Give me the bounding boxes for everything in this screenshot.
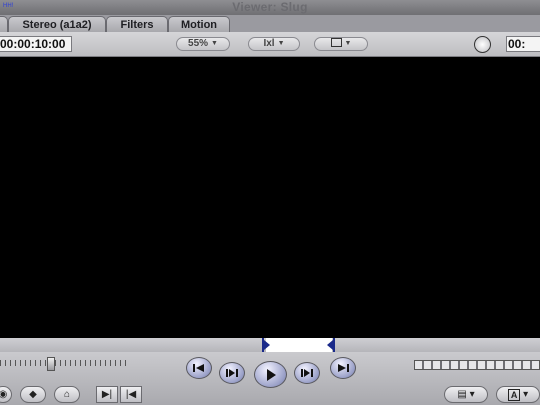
mark-out-icon: |◀ — [125, 389, 137, 400]
tab-video[interactable] — [0, 16, 8, 32]
add-keyframe-button[interactable]: ◆ — [20, 386, 46, 403]
scrubber-bar[interactable] — [0, 338, 540, 352]
previous-edit-button[interactable] — [186, 357, 212, 379]
zoom-value: 55% — [188, 38, 209, 49]
play-button[interactable] — [254, 361, 287, 388]
mark-out-button[interactable]: |◀ — [120, 386, 142, 403]
in-out-range — [266, 338, 332, 352]
duration-timecode-field[interactable]: 00:00:10:00 — [0, 36, 72, 52]
shuttle-ticks — [0, 360, 128, 366]
generators-popup[interactable]: A ▾ — [496, 386, 540, 403]
play-around-icon — [301, 369, 313, 377]
mark-in-button[interactable]: ▶| — [96, 386, 118, 403]
chevron-down-icon: ▼ — [277, 40, 285, 47]
current-timecode-field[interactable]: 00: — [506, 36, 540, 52]
next-edit-button[interactable] — [330, 357, 356, 379]
zoom-popup[interactable]: 55% ▼ — [176, 37, 230, 51]
play-in-to-out-button[interactable] — [219, 362, 245, 384]
playhead-sync-icon[interactable] — [474, 36, 491, 53]
add-marker-button[interactable]: ⌂ — [54, 386, 80, 403]
tab-bar: Stereo (a1a2) Filters Motion — [0, 15, 540, 32]
overlay-icon — [330, 38, 342, 47]
marker-icon: ⌂ — [63, 389, 71, 400]
play-icon — [266, 368, 276, 381]
mark-in-icon: ▶| — [101, 389, 113, 400]
previous-edit-icon — [193, 364, 204, 372]
chevron-down-icon: ▼ — [211, 40, 218, 47]
in-point-marker[interactable] — [262, 338, 270, 352]
shuttle-control[interactable] — [47, 357, 55, 371]
overlay-popup[interactable]: ▼ — [314, 37, 368, 51]
play-in-to-out-icon — [226, 369, 238, 377]
circle-icon: ◉ — [0, 389, 8, 400]
next-edit-icon — [338, 364, 349, 372]
chevron-down-icon: ▾ — [520, 389, 529, 400]
chevron-down-icon: ▼ — [344, 40, 352, 47]
tab-stereo[interactable]: Stereo (a1a2) — [8, 16, 106, 32]
view-mode-value: Ixl — [263, 38, 275, 49]
window-title: Viewer: Slug — [232, 0, 308, 14]
play-around-current-button[interactable] — [294, 362, 320, 384]
diamond-icon: ◆ — [29, 389, 37, 400]
generator-a-icon: A — [507, 388, 521, 401]
tab-motion[interactable]: Motion — [168, 16, 230, 32]
viewer-toolbar: 00:00:10:00 55% ▼ Ixl ▼ ▼ 00: — [0, 32, 540, 57]
recent-clips-popup[interactable]: ▤ ▾ — [444, 386, 488, 403]
title-bar: HH! Viewer: Slug — [0, 0, 540, 15]
jog-control[interactable] — [414, 360, 540, 370]
view-popup[interactable]: Ixl ▼ — [248, 37, 300, 51]
video-canvas[interactable] — [0, 57, 540, 338]
clip-list-icon: ▤ ▾ — [457, 389, 475, 400]
tab-filters[interactable]: Filters — [106, 16, 168, 32]
out-point-marker[interactable] — [327, 338, 335, 352]
